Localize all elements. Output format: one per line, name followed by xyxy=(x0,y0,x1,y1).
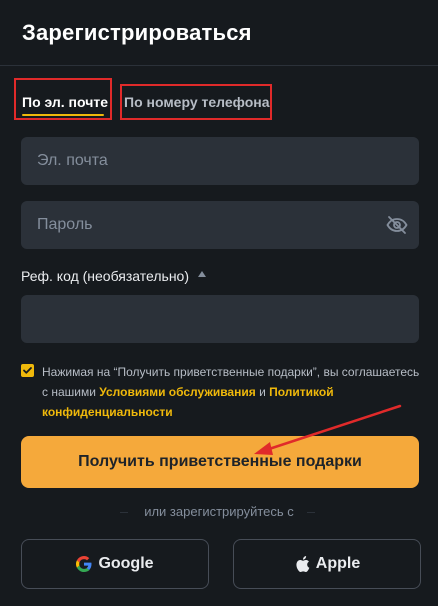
divider-text: или зарегистрируйтесь с xyxy=(144,504,294,519)
password-placeholder: Пароль xyxy=(37,216,93,233)
referral-toggle-label[interactable]: Реф. код (необязательно) xyxy=(21,268,189,284)
tab-phone[interactable]: По номеру телефона xyxy=(124,94,270,110)
terms-of-service-link[interactable]: Условиями обслуживания xyxy=(99,385,255,399)
tab-email[interactable]: По эл. почте xyxy=(22,94,108,110)
caret-up-icon[interactable] xyxy=(198,271,206,277)
terms-text-and: и xyxy=(255,385,270,399)
referral-code-field[interactable] xyxy=(21,295,419,343)
google-icon xyxy=(76,556,92,572)
email-placeholder: Эл. почта xyxy=(37,152,108,169)
divider-line-right xyxy=(307,512,315,513)
email-field[interactable]: Эл. почта xyxy=(21,137,419,185)
active-tab-indicator xyxy=(22,114,104,116)
terms-checkbox[interactable] xyxy=(21,364,34,377)
terms-text: Нажимая на “Получить приветственные пода… xyxy=(42,362,422,422)
apple-icon xyxy=(294,555,310,573)
page-title: Зарегистрироваться xyxy=(22,20,252,45)
eye-off-icon[interactable] xyxy=(385,213,409,237)
google-label: Google xyxy=(98,555,154,572)
apple-signup-button[interactable]: Apple xyxy=(233,539,421,589)
google-signup-button[interactable]: Google xyxy=(21,539,209,589)
password-field[interactable]: Пароль xyxy=(21,201,419,249)
header: Зарегистрироваться xyxy=(0,0,438,66)
apple-label: Apple xyxy=(315,555,361,572)
check-icon xyxy=(23,367,32,374)
get-welcome-gifts-button[interactable]: Получить приветственные подарки xyxy=(21,436,419,488)
